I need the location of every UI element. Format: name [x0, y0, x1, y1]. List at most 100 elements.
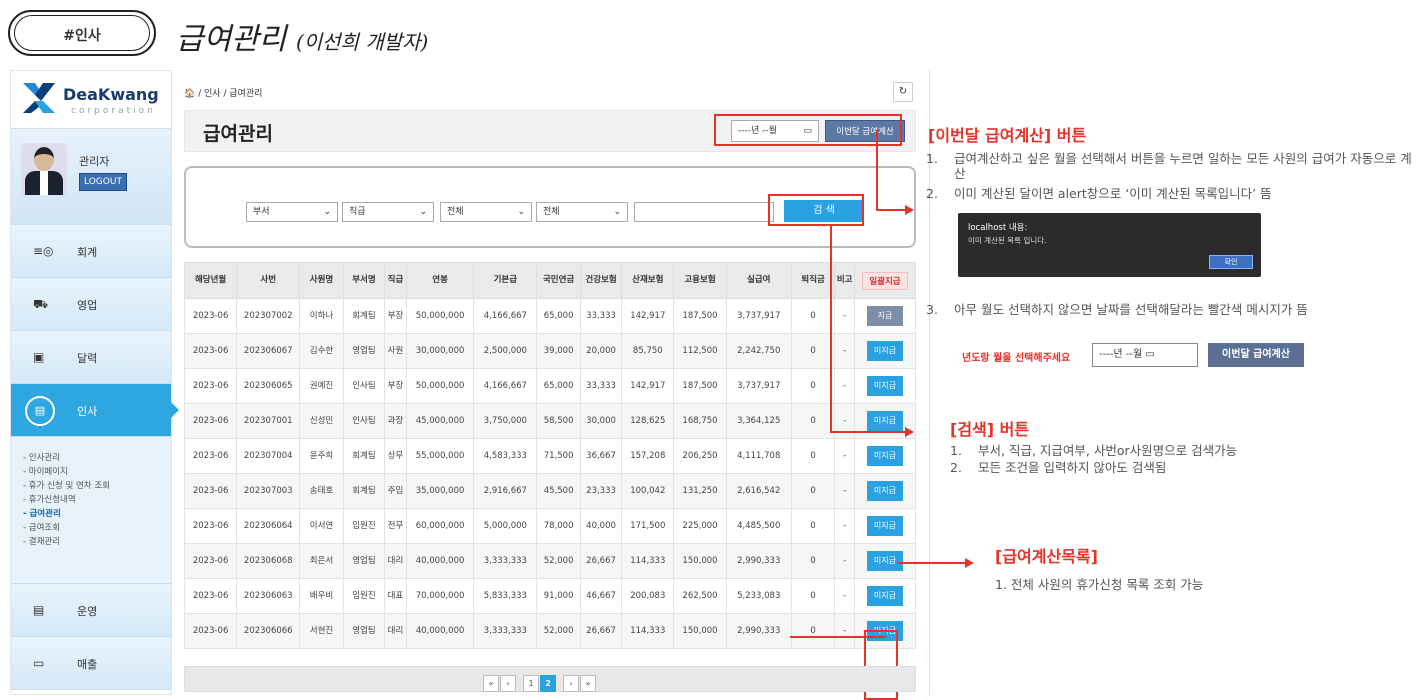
month-placeholder: ----년 --월 [1099, 349, 1143, 360]
table-cell: 30,000 [579, 403, 623, 439]
submenu-item[interactable]: - 마이페이지 [23, 465, 171, 479]
pay-all-button[interactable]: 일괄지급 [861, 271, 908, 290]
table-cell: 사원 [384, 333, 407, 369]
submenu-item[interactable]: - 인사관리 [23, 451, 171, 465]
page-button[interactable]: ‹ [500, 675, 516, 692]
table-cell: 2023-06 [183, 333, 238, 369]
menu-label: 회계 [77, 246, 98, 259]
table-cell: 78,000 [536, 508, 581, 544]
slide-subtitle: (이선희 개발자) [295, 30, 429, 54]
monitor-icon: ▭ [33, 656, 45, 670]
table-row: 2023-06 202307004 윤주희 회계팀 상무 55,000,000 4,583,… [183, 438, 917, 474]
table-cell: 58,500 [536, 403, 581, 439]
table-cell: - [834, 298, 855, 334]
pay-button[interactable]: 미지급 [866, 586, 903, 606]
refresh-icon[interactable]: ↻ [893, 82, 913, 102]
submenu-item[interactable]: - 휴가 신청 및 연차 조회 [23, 479, 171, 493]
menu-item-accounting[interactable]: ≡◎ 회계 [11, 225, 171, 278]
user-role: 관리자 [79, 155, 110, 168]
status-value: 전체 [447, 207, 464, 217]
table-cell: 2,990,333 [725, 543, 792, 579]
table-cell: 2023-06 [183, 403, 238, 439]
table-row: 2023-06 202306068 최은서 영업팀 대리 40,000,000 3,333,… [183, 543, 917, 579]
table-cell: - [834, 403, 855, 439]
table-row: 2023-06 202306064 이서연 임원진 전무 60,000,000 5,000,… [183, 508, 917, 544]
logout-button[interactable]: LOGOUT [79, 173, 127, 191]
table-cell: 142,917 [621, 298, 675, 334]
connector-line [876, 209, 906, 211]
menu-item-operation[interactable]: ▤ 운영 [11, 584, 171, 637]
menu-item-sales[interactable]: ⛟ 영업 [11, 278, 171, 331]
column-header: 비고 [834, 262, 855, 299]
logo[interactable]: DeaKwang corporation [11, 71, 171, 129]
table-cell: 상무 [384, 438, 407, 474]
submenu-item[interactable]: - 휴가신청내역 [23, 493, 171, 507]
alert-ok-button[interactable]: 확인 [1209, 255, 1253, 269]
table-cell: 2023-06 [183, 543, 238, 579]
submenu-item-current[interactable]: - 급여관리 [23, 507, 171, 521]
document-icon: ▤ [25, 396, 55, 426]
list-num: 2. [926, 186, 938, 201]
table-cell: 52,000 [536, 543, 581, 579]
page-button[interactable]: « [483, 675, 499, 692]
page-button[interactable]: » [580, 675, 596, 692]
table-cell: 202306064 [236, 508, 301, 544]
search-input[interactable] [634, 202, 774, 222]
table-cell: 3,333,333 [473, 613, 538, 649]
pay-button[interactable]: 미지급 [866, 516, 903, 536]
pay-button[interactable]: 미지급 [866, 341, 903, 361]
annotation-calc-heading: [이번달 급여계산] 버튼 [928, 126, 1087, 145]
table-cell: 202306066 [236, 613, 301, 649]
submenu-item[interactable]: - 결재관리 [23, 535, 171, 549]
table-cell: 206,250 [673, 438, 727, 474]
connector-line [876, 130, 878, 210]
table-cell: 3,750,000 [473, 403, 538, 439]
menu-item-calendar[interactable]: ▣ 달력 [11, 331, 171, 384]
table-cell: 45,500 [536, 473, 581, 509]
table-cell: 262,500 [673, 578, 727, 614]
table-cell: 과장 [384, 403, 407, 439]
list-text: 아무 월도 선택하지 않으면 날짜를 선택해달라는 빨간색 메시지가 뜸 [954, 302, 1308, 317]
table-row: 2023-06 202306067 김수한 영업팀 사원 30,000,000 2,500,… [183, 333, 917, 369]
pay-button[interactable]: 미지급 [866, 481, 903, 501]
table-cell: - [834, 508, 855, 544]
pay-button[interactable]: 미지급 [866, 446, 903, 466]
error-month-input[interactable]: ----년 --월 ▭ [1092, 343, 1198, 367]
table-cell: 225,000 [673, 508, 727, 544]
table-cell: 187,500 [673, 368, 727, 404]
menu-item-revenue[interactable]: ▭ 매출 [11, 637, 171, 690]
error-calc-button[interactable]: 이번달 급여계산 [1208, 343, 1304, 367]
table-cell: 인사팀 [342, 403, 386, 439]
table-cell: 33,333 [579, 298, 623, 334]
submenu-item[interactable]: - 급여조회 [23, 521, 171, 535]
table-cell: 39,000 [536, 333, 581, 369]
page-button[interactable]: 2 [540, 675, 556, 692]
table-cell: 40,000,000 [405, 543, 475, 579]
department-select[interactable]: 부서 ⌄ [246, 202, 338, 222]
table-cell: 202306063 [236, 578, 301, 614]
type-select[interactable]: 전체 ⌄ [536, 202, 628, 222]
table-cell: 영업팀 [342, 333, 386, 369]
table-row: 2023-06 202307003 송태호 회계팀 주임 35,000,000 2,916,… [183, 473, 917, 509]
pay-button[interactable]: 미지급 [866, 551, 903, 571]
position-select[interactable]: 직급 ⌄ [342, 202, 434, 222]
table-cell: 50,000,000 [405, 368, 475, 404]
connector-line [830, 431, 906, 433]
table-cell: 168,750 [673, 403, 727, 439]
brand-sub: corporation [71, 106, 156, 116]
column-header: 사번 [236, 262, 301, 299]
table-cell: 0 [790, 403, 836, 439]
table-cell: 2,616,542 [725, 473, 792, 509]
column-header: 실급여 [725, 262, 792, 299]
page-button[interactable]: 1 [523, 675, 539, 692]
avatar [21, 143, 67, 195]
chevron-down-icon: ⌄ [613, 207, 621, 217]
pay-button[interactable]: 지급 [866, 306, 903, 326]
menu-item-hr[interactable]: ▤ 인사 [11, 384, 179, 437]
truck-icon: ⛟ [33, 297, 49, 311]
page-button[interactable]: › [563, 675, 579, 692]
pay-button[interactable]: 미지급 [866, 411, 903, 431]
status-select[interactable]: 전체 ⌄ [440, 202, 532, 222]
list-text: 부서, 직급, 지급여부, 사번or사원명으로 검색가능 [978, 443, 1238, 458]
pay-button[interactable]: 미지급 [866, 376, 903, 396]
